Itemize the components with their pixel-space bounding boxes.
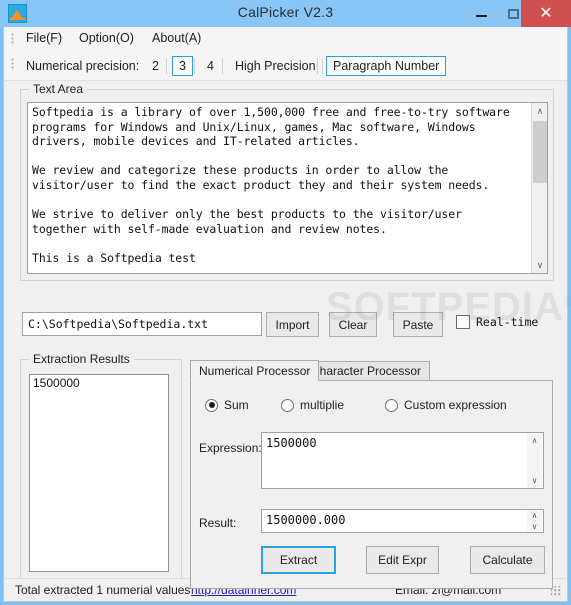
toolbar-separator [166,58,167,74]
result-value: 1500000.000 [266,513,346,527]
extraction-results-title: Extraction Results [29,352,134,366]
realtime-label: Real-time [476,315,539,329]
maximize-icon [507,8,519,19]
toolbar-separator [222,58,223,74]
radio-sum-label: Sum [224,398,249,412]
radio-sum-icon [205,398,218,412]
radio-custom-expression-icon [385,398,398,412]
scroll-up-icon[interactable]: ∧ [532,103,547,119]
result-spinner[interactable]: ∧ ∨ [527,511,542,531]
text-area-group: Text Area Softpedia is a library of over… [20,82,554,281]
title-bar: CalPicker V2.3 ✕ [0,0,571,27]
status-total-text: Total extracted 1 numerial values [15,583,191,597]
result-spinner-down-icon[interactable]: ∨ [532,522,538,531]
text-area-scrollbar[interactable]: ∧ ∨ [531,103,547,273]
precision-option-2[interactable]: 2 [145,56,166,76]
text-area-input[interactable]: Softpedia is a library of over 1,500,000… [27,102,548,274]
client-area: File(F) Option(O) About(A) Numerical pre… [3,27,571,602]
mode-radio-group: Sum multiplie Custom expression [199,398,549,416]
paragraph-number-button[interactable]: Paragraph Number [326,56,447,76]
precision-toolbar: Numerical precision: 2 3 4 High Precisio… [4,52,567,81]
expression-value: 1500000 [266,436,317,450]
extraction-results-list[interactable]: 1500000 [29,374,169,572]
calculate-button[interactable]: Calculate [470,546,545,574]
radio-multiplie-icon [281,398,294,412]
toolbar-separator [322,58,323,74]
expression-scroll-down-icon[interactable]: ∨ [532,476,538,485]
toolbar-grip-handle[interactable] [11,58,14,71]
result-label: Result: [199,516,237,530]
menu-grip-handle[interactable] [11,33,14,46]
extract-button[interactable]: Extract [261,546,336,574]
high-precision-button[interactable]: High Precision [228,56,323,76]
expression-label: Expression: [199,441,262,455]
paste-button[interactable]: Paste [393,312,443,337]
expression-scroll-up-icon[interactable]: ∧ [532,436,538,445]
minimize-icon [475,15,487,17]
radio-multiplie[interactable]: multiplie [281,398,344,412]
minimize-button[interactable] [466,0,496,27]
clear-button[interactable]: Clear [329,312,377,337]
precision-option-3[interactable]: 3 [172,56,193,76]
result-spinner-up-icon[interactable]: ∧ [532,511,538,520]
menu-item-about[interactable]: About(A) [152,31,201,45]
precision-label: Numerical precision: [26,59,140,73]
processor-tabstrip: Numerical Processor Character Processor [190,360,553,381]
numerical-processor-panel: Sum multiplie Custom expression Expressi… [190,380,553,589]
expression-input[interactable]: 1500000 ∧ ∨ [261,432,544,489]
realtime-checkbox[interactable] [456,315,470,329]
radio-sum[interactable]: Sum [205,398,249,412]
tab-character-processor[interactable]: Character Processor [302,361,431,381]
text-area-content: Softpedia is a library of over 1,500,000… [32,105,510,265]
radio-multiplie-label: multiplie [300,398,345,412]
radio-custom-expression-label: Custom expression [404,398,507,412]
list-item[interactable]: 1500000 [30,375,168,391]
file-path-input[interactable]: C:\Softpedia\Softpedia.txt [22,312,262,336]
precision-option-4[interactable]: 4 [200,56,221,76]
tab-numerical-processor[interactable]: Numerical Processor [190,360,320,381]
close-icon: ✕ [539,4,553,22]
scrollbar-thumb[interactable] [533,121,547,183]
result-input[interactable]: 1500000.000 ∧ ∨ [261,509,544,533]
close-button[interactable]: ✕ [521,0,571,27]
toolbar-separator [317,58,318,74]
text-area-group-title: Text Area [29,82,88,96]
menu-item-file[interactable]: File(F) [26,31,62,45]
extraction-results-group: Extraction Results 1500000 [20,352,182,589]
watermark-registered-icon: ® [563,293,571,309]
radio-custom-expression[interactable]: Custom expression [385,398,507,412]
import-button[interactable]: Import [266,312,319,337]
realtime-checkbox-row[interactable]: Real-time [456,315,538,329]
edit-expr-button[interactable]: Edit Expr [366,546,439,574]
application-window: CalPicker V2.3 ✕ File(F) Option(O) About… [0,0,571,605]
scroll-down-icon[interactable]: ∨ [532,257,547,273]
toolbar-separator [194,58,195,74]
menu-bar: File(F) Option(O) About(A) [4,27,567,53]
menu-item-option[interactable]: Option(O) [79,31,134,45]
expression-scrollbar[interactable]: ∧ ∨ [527,434,542,487]
